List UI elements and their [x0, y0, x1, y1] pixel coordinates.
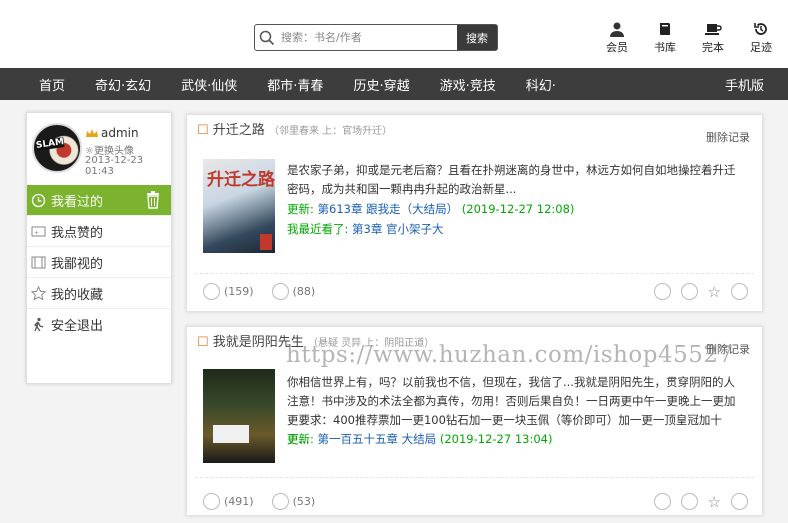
- sidebar-item-disliked[interactable]: 我鄙视的: [27, 247, 171, 278]
- nav-item-games[interactable]: 游戏·竞技: [425, 75, 511, 94]
- svg-text:+: +: [34, 229, 39, 236]
- book-cover[interactable]: 升迁之路: [203, 159, 275, 253]
- weibo-icon[interactable]: [731, 493, 748, 510]
- favorite-star-icon[interactable]: ☆: [708, 283, 721, 301]
- recent-chapter-link[interactable]: 第3章 官小架子大: [352, 222, 443, 236]
- toplink-label: 会员: [606, 41, 628, 54]
- comment-icon[interactable]: [653, 493, 671, 510]
- frown-icon: [271, 283, 289, 300]
- toplink-label: 足迹: [750, 41, 772, 54]
- sidebar-item-favorites[interactable]: 我的收藏: [27, 278, 171, 309]
- like-button[interactable]: (159): [203, 283, 254, 300]
- search-input[interactable]: [279, 25, 457, 50]
- latest-update: 更新: 第一百五十五章 大结局 (2019-12-27 13:04): [287, 432, 553, 446]
- toplink-library[interactable]: 书库: [648, 20, 682, 55]
- comment-icon[interactable]: [653, 283, 671, 300]
- member-icon: [600, 20, 634, 38]
- main-nav: 首页 奇幻·玄幻 武侠·仙侠 都市·青春 历史·穿越 游戏·竞技 科幻· 手机版: [0, 68, 788, 100]
- history-card: ☐ 升迁之路 （邻里春来 上：官场升迁） 删除记录 升迁之路 是农家子弟，抑或是…: [186, 114, 763, 312]
- card-footer: (491) (53): [203, 493, 315, 510]
- crown-icon: [86, 128, 98, 137]
- sidebar-item-viewed[interactable]: 我看过的: [27, 185, 171, 216]
- avatar[interactable]: SLAM: [32, 123, 82, 173]
- toplink-label: 书库: [654, 41, 676, 54]
- toplink-member[interactable]: 会员: [600, 20, 634, 55]
- nav-item-home[interactable]: 首页: [0, 75, 80, 94]
- dislike-button[interactable]: (88): [271, 283, 315, 300]
- top-bar: 搜索 会员 书库 完本 足迹: [0, 0, 788, 68]
- username: admin: [85, 126, 139, 140]
- sidebar-item-liked[interactable]: + 我点赞的: [27, 216, 171, 247]
- toplink-completed[interactable]: 完本: [696, 20, 730, 55]
- book-description: 是农家子弟，抑或是元老后裔？且看在扑朔迷离的身世中，林远方如何自如地操控着升迁密…: [287, 163, 736, 196]
- dislike-button[interactable]: (53): [271, 493, 315, 510]
- favorite-star-icon[interactable]: ☆: [708, 493, 721, 511]
- register-date: 2013-12-23 01:43: [85, 155, 144, 177]
- history-icon: [744, 20, 778, 38]
- thumb-icon: +: [31, 226, 46, 236]
- sidebar-item-logout[interactable]: 安全退出: [27, 309, 171, 340]
- smile-icon: [203, 493, 220, 510]
- card-footer: (159) (88): [203, 283, 315, 300]
- nav-item-history[interactable]: 历史·穿越: [338, 75, 424, 94]
- cup-icon: [696, 20, 730, 38]
- search-button[interactable]: 搜索: [457, 25, 497, 50]
- nav-item-wuxia[interactable]: 武侠·仙侠: [166, 75, 252, 94]
- weibo-icon[interactable]: [731, 283, 748, 300]
- book-icon: ☐: [197, 123, 213, 138]
- nav-item-urban[interactable]: 都市·青春: [252, 75, 338, 94]
- qq-icon[interactable]: [680, 283, 698, 300]
- watermark: https://www.huzhan.com/ishop45527: [286, 342, 734, 368]
- exit-icon: [33, 317, 44, 332]
- toplink-label: 完本: [702, 41, 724, 54]
- frown-icon: [271, 493, 289, 510]
- search-icon[interactable]: [255, 25, 279, 50]
- book-icon: ☐: [197, 335, 213, 350]
- qq-icon[interactable]: [680, 493, 698, 510]
- update-chapter-link[interactable]: 第613章 跟我走（大结局）: [318, 202, 459, 216]
- film-icon: [31, 256, 46, 268]
- nav-mobile-link[interactable]: 手机版: [725, 75, 764, 94]
- user-sidebar: SLAM admin ☼更换头像 2013-12-23 01:43 我看过的 +…: [26, 112, 172, 384]
- smile-icon: [203, 283, 220, 300]
- book-cover[interactable]: [203, 369, 275, 463]
- update-chapter-link[interactable]: 第一百五十五章 大结局: [318, 432, 437, 446]
- user-profile: SLAM admin ☼更换头像 2013-12-23 01:43: [27, 113, 171, 185]
- divider: [195, 273, 754, 274]
- trash-icon[interactable]: [145, 191, 161, 213]
- latest-update: 更新: 第613章 跟我走（大结局） (2019-12-27 12:08): [287, 202, 575, 216]
- search-box: 搜索: [254, 24, 498, 51]
- toplink-history[interactable]: 足迹: [744, 20, 778, 55]
- book-title[interactable]: ☐ 升迁之路 （邻里春来 上：官场升迁）: [197, 119, 392, 138]
- like-button[interactable]: (491): [203, 493, 254, 510]
- book-icon: [648, 20, 682, 38]
- recently-read: 我最近看了: 第3章 官小架子大: [287, 222, 444, 236]
- delete-record-link[interactable]: 删除记录: [706, 129, 750, 145]
- nav-item-scifi[interactable]: 科幻·: [511, 75, 571, 94]
- nav-item-fantasy[interactable]: 奇幻·玄幻: [80, 75, 166, 94]
- divider: [195, 477, 754, 478]
- star-icon: [31, 285, 46, 300]
- clock-icon: [31, 193, 46, 207]
